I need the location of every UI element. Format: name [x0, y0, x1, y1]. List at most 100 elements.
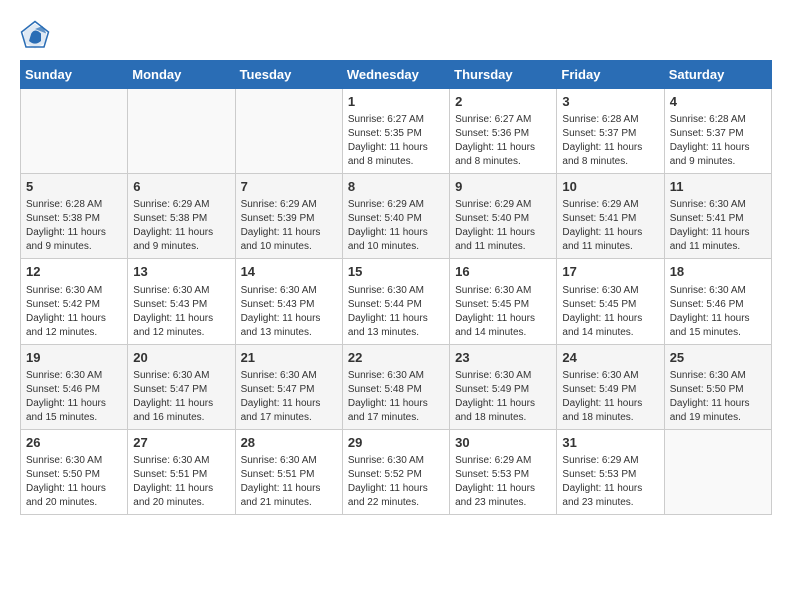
day-info: Sunrise: 6:30 AM Sunset: 5:52 PM Dayligh… [348, 454, 444, 510]
day-number: 25 [670, 349, 766, 367]
calendar-cell: 25 Sunrise: 6:30 AM Sunset: 5:50 PM Dayli… [664, 344, 771, 429]
calendar-cell: 22 Sunrise: 6:30 AM Sunset: 5:48 PM Dayli… [342, 344, 449, 429]
day-info: Sunrise: 6:29 AM Sunset: 5:39 PM Dayligh… [241, 198, 337, 254]
day-number: 10 [562, 178, 658, 196]
day-number: 17 [562, 263, 658, 281]
day-number: 1 [348, 93, 444, 111]
day-info: Sunrise: 6:30 AM Sunset: 5:45 PM Dayligh… [562, 284, 658, 340]
calendar-cell: 24 Sunrise: 6:30 AM Sunset: 5:49 PM Dayli… [557, 344, 664, 429]
calendar-cell: 19 Sunrise: 6:30 AM Sunset: 5:46 PM Dayli… [21, 344, 128, 429]
day-info: Sunrise: 6:30 AM Sunset: 5:44 PM Dayligh… [348, 284, 444, 340]
calendar-cell: 11 Sunrise: 6:30 AM Sunset: 5:41 PM Dayli… [664, 174, 771, 259]
calendar-cell: 2 Sunrise: 6:27 AM Sunset: 5:36 PM Daylig… [450, 89, 557, 174]
logo [20, 20, 52, 50]
weekday-header-row: SundayMondayTuesdayWednesdayThursdayFrid… [21, 61, 772, 89]
calendar-cell: 27 Sunrise: 6:30 AM Sunset: 5:51 PM Dayli… [128, 429, 235, 514]
day-info: Sunrise: 6:28 AM Sunset: 5:38 PM Dayligh… [26, 198, 122, 254]
weekday-header: Tuesday [235, 61, 342, 89]
day-number: 26 [26, 434, 122, 452]
calendar-week-row: 26 Sunrise: 6:30 AM Sunset: 5:50 PM Dayli… [21, 429, 772, 514]
day-info: Sunrise: 6:28 AM Sunset: 5:37 PM Dayligh… [670, 113, 766, 169]
calendar-cell [664, 429, 771, 514]
calendar-cell: 26 Sunrise: 6:30 AM Sunset: 5:50 PM Dayli… [21, 429, 128, 514]
calendar-week-row: 1 Sunrise: 6:27 AM Sunset: 5:35 PM Daylig… [21, 89, 772, 174]
calendar-cell [128, 89, 235, 174]
calendar-cell [21, 89, 128, 174]
day-info: Sunrise: 6:29 AM Sunset: 5:53 PM Dayligh… [455, 454, 551, 510]
day-number: 3 [562, 93, 658, 111]
day-info: Sunrise: 6:29 AM Sunset: 5:40 PM Dayligh… [455, 198, 551, 254]
day-info: Sunrise: 6:30 AM Sunset: 5:50 PM Dayligh… [670, 369, 766, 425]
page-header [20, 20, 772, 50]
day-info: Sunrise: 6:27 AM Sunset: 5:35 PM Dayligh… [348, 113, 444, 169]
calendar-cell: 16Sunrise: 6:30 AM Sunset: 5:45 PM Dayli… [450, 259, 557, 344]
day-number: 8 [348, 178, 444, 196]
calendar-cell: 20Sunrise: 6:30 AM Sunset: 5:47 PM Dayli… [128, 344, 235, 429]
weekday-header: Monday [128, 61, 235, 89]
calendar-cell: 21Sunrise: 6:30 AM Sunset: 5:47 PM Dayli… [235, 344, 342, 429]
weekday-header: Saturday [664, 61, 771, 89]
weekday-header: Thursday [450, 61, 557, 89]
calendar-week-row: 19 Sunrise: 6:30 AM Sunset: 5:46 PM Dayli… [21, 344, 772, 429]
day-number: 15 [348, 263, 444, 281]
day-info: Sunrise: 6:27 AM Sunset: 5:36 PM Dayligh… [455, 113, 551, 169]
day-info: Sunrise: 6:30 AM Sunset: 5:45 PM Dayligh… [455, 284, 551, 340]
day-number: 18 [670, 263, 766, 281]
day-number: 9 [455, 178, 551, 196]
day-number: 4 [670, 93, 766, 111]
day-info: Sunrise: 6:30 AM Sunset: 5:51 PM Dayligh… [133, 454, 229, 510]
day-info: Sunrise: 6:28 AM Sunset: 5:37 PM Dayligh… [562, 113, 658, 169]
day-number: 5 [26, 178, 122, 196]
day-number: 13 [133, 263, 229, 281]
calendar-cell [235, 89, 342, 174]
day-number: 30 [455, 434, 551, 452]
day-info: Sunrise: 6:30 AM Sunset: 5:48 PM Dayligh… [348, 369, 444, 425]
day-info: Sunrise: 6:29 AM Sunset: 5:41 PM Dayligh… [562, 198, 658, 254]
calendar-cell: 12Sunrise: 6:30 AM Sunset: 5:42 PM Dayli… [21, 259, 128, 344]
calendar-cell: 23Sunrise: 6:30 AM Sunset: 5:49 PM Dayli… [450, 344, 557, 429]
day-info: Sunrise: 6:30 AM Sunset: 5:49 PM Dayligh… [455, 369, 551, 425]
day-info: Sunrise: 6:30 AM Sunset: 5:46 PM Dayligh… [26, 369, 122, 425]
calendar-cell: 6 Sunrise: 6:29 AM Sunset: 5:38 PM Daylig… [128, 174, 235, 259]
day-info: Sunrise: 6:30 AM Sunset: 5:41 PM Dayligh… [670, 198, 766, 254]
calendar-cell: 9 Sunrise: 6:29 AM Sunset: 5:40 PM Daylig… [450, 174, 557, 259]
weekday-header: Wednesday [342, 61, 449, 89]
calendar-cell: 3 Sunrise: 6:28 AM Sunset: 5:37 PM Daylig… [557, 89, 664, 174]
day-info: Sunrise: 6:30 AM Sunset: 5:43 PM Dayligh… [133, 284, 229, 340]
calendar-cell: 30 Sunrise: 6:29 AM Sunset: 5:53 PM Dayli… [450, 429, 557, 514]
day-number: 11 [670, 178, 766, 196]
calendar-cell: 17 Sunrise: 6:30 AM Sunset: 5:45 PM Dayli… [557, 259, 664, 344]
calendar-cell: 29Sunrise: 6:30 AM Sunset: 5:52 PM Dayli… [342, 429, 449, 514]
day-number: 27 [133, 434, 229, 452]
day-number: 28 [241, 434, 337, 452]
calendar-cell: 7 Sunrise: 6:29 AM Sunset: 5:39 PM Daylig… [235, 174, 342, 259]
calendar-cell: 8 Sunrise: 6:29 AM Sunset: 5:40 PM Daylig… [342, 174, 449, 259]
calendar-cell: 1 Sunrise: 6:27 AM Sunset: 5:35 PM Daylig… [342, 89, 449, 174]
calendar-cell: 4 Sunrise: 6:28 AM Sunset: 5:37 PM Daylig… [664, 89, 771, 174]
weekday-header: Sunday [21, 61, 128, 89]
day-number: 14 [241, 263, 337, 281]
day-number: 6 [133, 178, 229, 196]
day-number: 20 [133, 349, 229, 367]
day-info: Sunrise: 6:30 AM Sunset: 5:46 PM Dayligh… [670, 284, 766, 340]
day-info: Sunrise: 6:29 AM Sunset: 5:38 PM Dayligh… [133, 198, 229, 254]
day-info: Sunrise: 6:30 AM Sunset: 5:50 PM Dayligh… [26, 454, 122, 510]
day-info: Sunrise: 6:30 AM Sunset: 5:43 PM Dayligh… [241, 284, 337, 340]
calendar-cell: 28 Sunrise: 6:30 AM Sunset: 5:51 PM Dayli… [235, 429, 342, 514]
day-number: 7 [241, 178, 337, 196]
day-number: 22 [348, 349, 444, 367]
day-number: 19 [26, 349, 122, 367]
day-number: 24 [562, 349, 658, 367]
day-number: 2 [455, 93, 551, 111]
day-info: Sunrise: 6:30 AM Sunset: 5:47 PM Dayligh… [241, 369, 337, 425]
calendar-cell: 18 Sunrise: 6:30 AM Sunset: 5:46 PM Dayli… [664, 259, 771, 344]
day-info: Sunrise: 6:30 AM Sunset: 5:51 PM Dayligh… [241, 454, 337, 510]
calendar-week-row: 5 Sunrise: 6:28 AM Sunset: 5:38 PM Daylig… [21, 174, 772, 259]
calendar-cell: 5 Sunrise: 6:28 AM Sunset: 5:38 PM Daylig… [21, 174, 128, 259]
day-info: Sunrise: 6:30 AM Sunset: 5:49 PM Dayligh… [562, 369, 658, 425]
day-info: Sunrise: 6:29 AM Sunset: 5:53 PM Dayligh… [562, 454, 658, 510]
day-info: Sunrise: 6:29 AM Sunset: 5:40 PM Dayligh… [348, 198, 444, 254]
logo-icon [20, 20, 50, 50]
calendar-cell: 14 Sunrise: 6:30 AM Sunset: 5:43 PM Dayli… [235, 259, 342, 344]
weekday-header: Friday [557, 61, 664, 89]
